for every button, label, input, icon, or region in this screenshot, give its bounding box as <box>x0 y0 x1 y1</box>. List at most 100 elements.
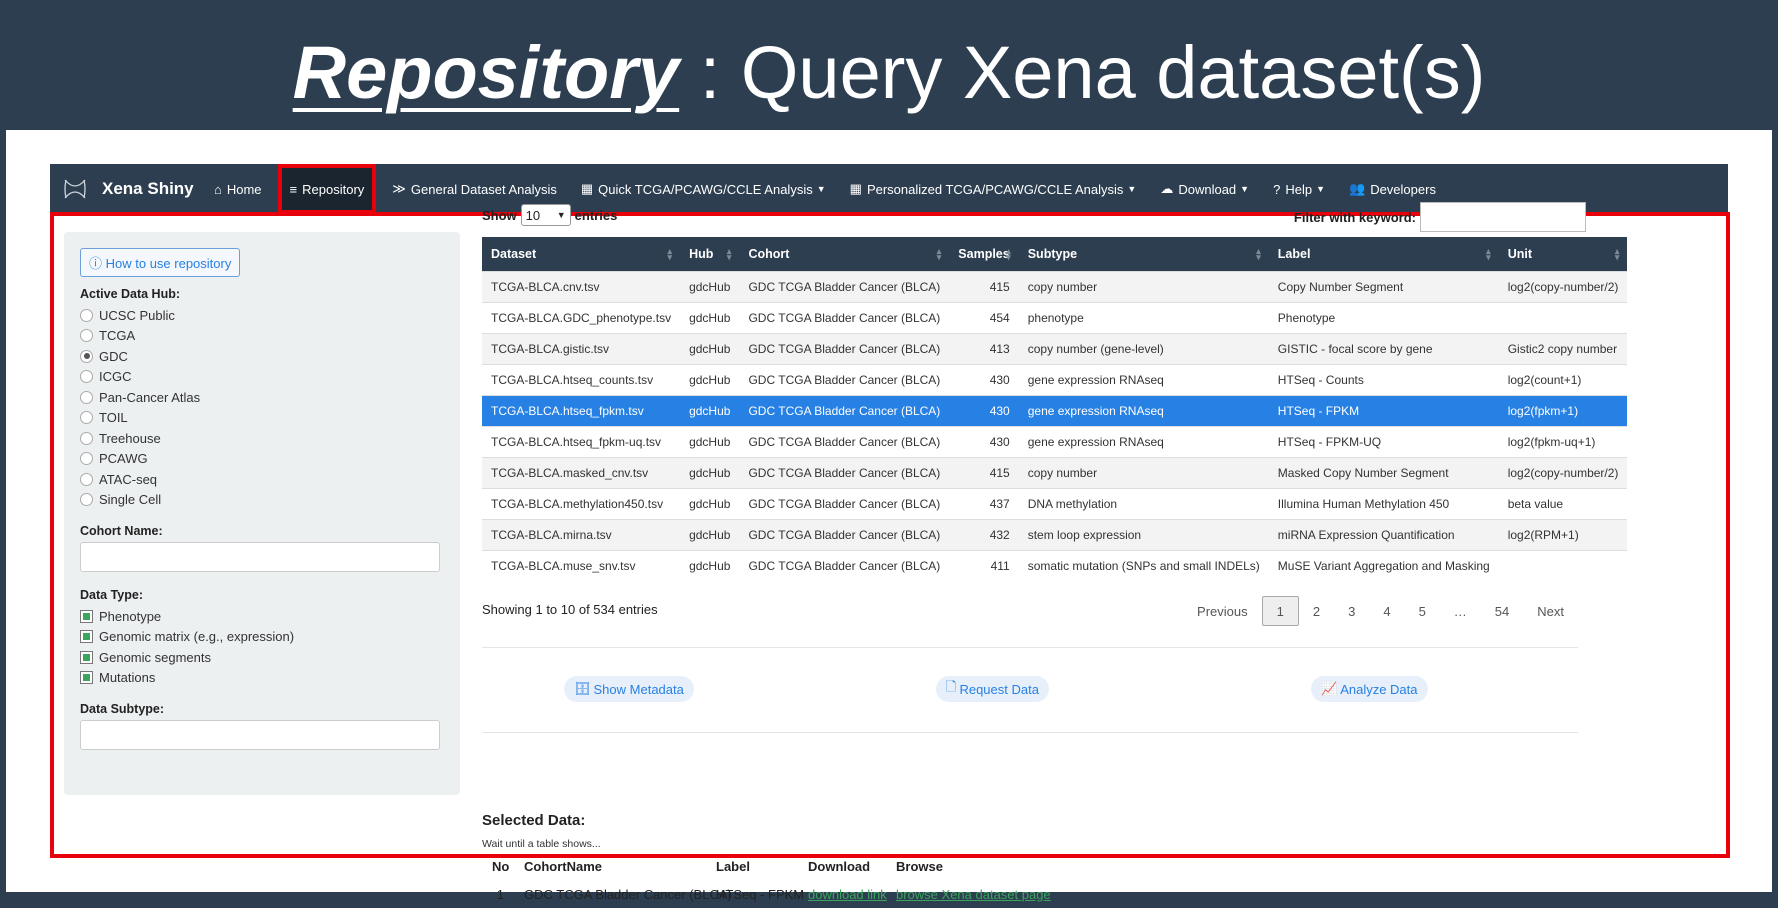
hub-option-label: GDC <box>99 348 128 364</box>
datatype-checkbox-group: Phenotype Genomic matrix (e.g., expressio… <box>80 606 444 688</box>
table-row[interactable]: TCGA-BLCA.htseq_fpkm-uq.tsv gdcHub GDC TCG… <box>482 425 1628 457</box>
datatype-option[interactable]: Mutations <box>80 668 444 689</box>
cloud-download-icon: ☁ <box>1160 181 1174 196</box>
table-row[interactable]: TCGA-BLCA.methylation450.tsv gdcHub GDC TC… <box>482 487 1628 519</box>
page-button[interactable]: 2 <box>1299 596 1334 626</box>
page-button[interactable]: Next <box>1523 596 1578 626</box>
radio-button[interactable] <box>80 370 93 384</box>
datatype-label: Data Type: <box>80 588 143 602</box>
table-info: Showing 1 to 10 of 534 entries <box>482 602 658 617</box>
show-metadata-button[interactable]: 🗄 Show Metadata <box>564 676 694 702</box>
browse-link[interactable]: browse Xena dataset page <box>896 887 1051 902</box>
table-cell: beta value <box>1498 487 1628 519</box>
table-row[interactable]: TCGA-BLCA.gistic.tsv gdcHub GDC TCGA Bladd… <box>482 332 1628 364</box>
cohort-name-input[interactable] <box>80 542 440 572</box>
hub-option[interactable]: Treehouse <box>80 428 444 449</box>
radio-button[interactable] <box>80 472 93 486</box>
table-cell: log2(copy-number/2) <box>1498 270 1628 302</box>
datatype-option[interactable]: Phenotype <box>80 606 444 627</box>
column-header-label: Label <box>1277 246 1311 261</box>
column-header-subtype[interactable]: Subtype ▴ ▾ <box>1018 237 1269 271</box>
table-cell: TCGA-BLCA.methylation450.tsv <box>482 487 681 519</box>
page-button[interactable]: 5 <box>1405 596 1440 626</box>
datatype-option[interactable]: Genomic segments <box>80 647 444 668</box>
how-to-use-button[interactable]: ⓘ How to use repository <box>80 248 241 277</box>
table-row[interactable]: TCGA-BLCA.masked_cnv.tsv gdcHub GDC TCGA B… <box>482 456 1628 488</box>
checkbox[interactable] <box>80 671 93 685</box>
dataset-table: Dataset ▴ ▾ Hub ▴ ▾ Cohort ▴ ▾ Samples ▴ ▾ Subtype ▴ ▾… <box>482 237 1628 581</box>
radio-button[interactable] <box>80 390 93 404</box>
radio-button[interactable] <box>80 493 93 507</box>
column-header-unit[interactable]: Unit ▴ ▾ <box>1498 237 1628 271</box>
hub-option[interactable]: GDC <box>80 346 444 367</box>
page-button[interactable]: 4 <box>1369 596 1404 626</box>
table-row[interactable]: TCGA-BLCA.GDC_phenotype.tsv gdcHub GDC TCG… <box>482 301 1628 333</box>
request-data-button[interactable]: 🗋 Request Data <box>936 676 1049 702</box>
analyze-data-button[interactable]: 📈 Analyze Data <box>1311 676 1428 702</box>
table-cell: GDC TCGA Bladder Cancer (BLCA) <box>739 301 950 333</box>
datatype-option[interactable]: Genomic matrix (e.g., expression) <box>80 627 444 648</box>
column-header-hub[interactable]: Hub ▴ ▾ <box>680 237 740 271</box>
checkbox[interactable] <box>80 609 93 623</box>
entries-select[interactable]: 10 ▼ <box>520 204 571 226</box>
sort-icon: ▴ ▾ <box>1614 246 1620 262</box>
checkbox[interactable] <box>80 650 93 664</box>
nav-item-repository[interactable]: ≡ Repository <box>277 164 377 214</box>
table-cell: TCGA-BLCA.htseq_counts.tsv <box>482 363 681 395</box>
hub-option[interactable]: TOIL <box>80 408 444 429</box>
table-cell: copy number <box>1018 456 1269 488</box>
hub-option[interactable]: ATAC-seq <box>80 469 444 490</box>
hub-option[interactable]: Single Cell <box>80 490 444 511</box>
table-row[interactable]: TCGA-BLCA.htseq_fpkm.tsv gdcHub GDC TCGA B… <box>482 394 1628 426</box>
filter-keyword-input[interactable] <box>1420 202 1586 232</box>
nav-item-home[interactable]: ⌂ Home <box>202 164 274 214</box>
datatype-option-label: Mutations <box>99 670 156 686</box>
page-button[interactable]: 54 <box>1481 596 1523 626</box>
table-cell: TCGA-BLCA.masked_cnv.tsv <box>482 456 681 488</box>
page-button[interactable]: 1 <box>1261 596 1299 626</box>
hub-option[interactable]: ICGC <box>80 367 444 388</box>
page-button[interactable]: 3 <box>1334 596 1369 626</box>
table-cell: HTSeq - FPKM <box>1268 394 1499 426</box>
page-button[interactable]: … <box>1440 596 1481 626</box>
table-cell: gdcHub <box>680 518 740 550</box>
table-row[interactable]: TCGA-BLCA.muse_snv.tsv gdcHub GDC TCGA Bla… <box>482 549 1628 581</box>
table-cell: log2(count+1) <box>1498 363 1628 395</box>
hub-radio-group: UCSC Public TCGA GDC ICGC Pan-Cancer Atlas TO… <box>80 305 444 510</box>
radio-button[interactable] <box>80 308 93 322</box>
hub-option[interactable]: TCGA <box>80 326 444 347</box>
radio-button[interactable] <box>80 431 93 445</box>
table-cell: gdcHub <box>680 456 740 488</box>
table-icon: ▦ <box>849 181 862 196</box>
sidebar-panel: ⓘ How to use repository Active Data Hub:… <box>64 232 460 795</box>
column-header-samples[interactable]: Samples ▴ ▾ <box>949 237 1019 271</box>
hub-option[interactable]: PCAWG <box>80 449 444 470</box>
column-header-label: Hub <box>689 246 714 261</box>
table-cell: 413 <box>949 332 1019 364</box>
file-icon: 🗋 <box>946 679 957 694</box>
slide-title-rest: : Query Xena dataset(s) <box>679 31 1486 114</box>
data-subtype-input[interactable] <box>80 720 440 750</box>
column-header-cohort[interactable]: Cohort ▴ ▾ <box>739 237 950 271</box>
radio-button[interactable] <box>80 329 93 343</box>
caret-down-icon: ▼ <box>1316 184 1325 194</box>
radio-button[interactable] <box>80 411 93 425</box>
column-header-dataset[interactable]: Dataset ▴ ▾ <box>482 237 681 271</box>
column-header-label[interactable]: Label ▴ ▾ <box>1268 237 1499 271</box>
download-link[interactable]: download link <box>808 887 896 902</box>
nav-item-label: Personalized TCGA/PCAWG/CCLE Analysis <box>866 181 1124 197</box>
radio-button[interactable] <box>80 349 93 363</box>
table-row[interactable]: TCGA-BLCA.mirna.tsv gdcHub GDC TCGA Bladde… <box>482 518 1628 550</box>
nav-item-label: General Dataset Analysis <box>410 181 557 197</box>
table-row[interactable]: TCGA-BLCA.htseq_counts.tsv gdcHub GDC TCGA… <box>482 363 1628 395</box>
page-button[interactable]: Previous <box>1183 596 1262 626</box>
brand[interactable]: Xena Shiny <box>62 176 202 202</box>
column-header-label: Samples <box>958 246 1010 261</box>
table-cell: miRNA Expression Quantification <box>1268 518 1499 550</box>
table-row[interactable]: TCGA-BLCA.cnv.tsv gdcHub GDC TCGA Bladder … <box>482 270 1628 302</box>
hub-option[interactable]: UCSC Public <box>80 305 444 326</box>
checkbox[interactable] <box>80 630 93 644</box>
radio-button[interactable] <box>80 452 93 466</box>
hub-option[interactable]: Pan-Cancer Atlas <box>80 387 444 408</box>
table-icon: ▦ <box>580 181 594 196</box>
